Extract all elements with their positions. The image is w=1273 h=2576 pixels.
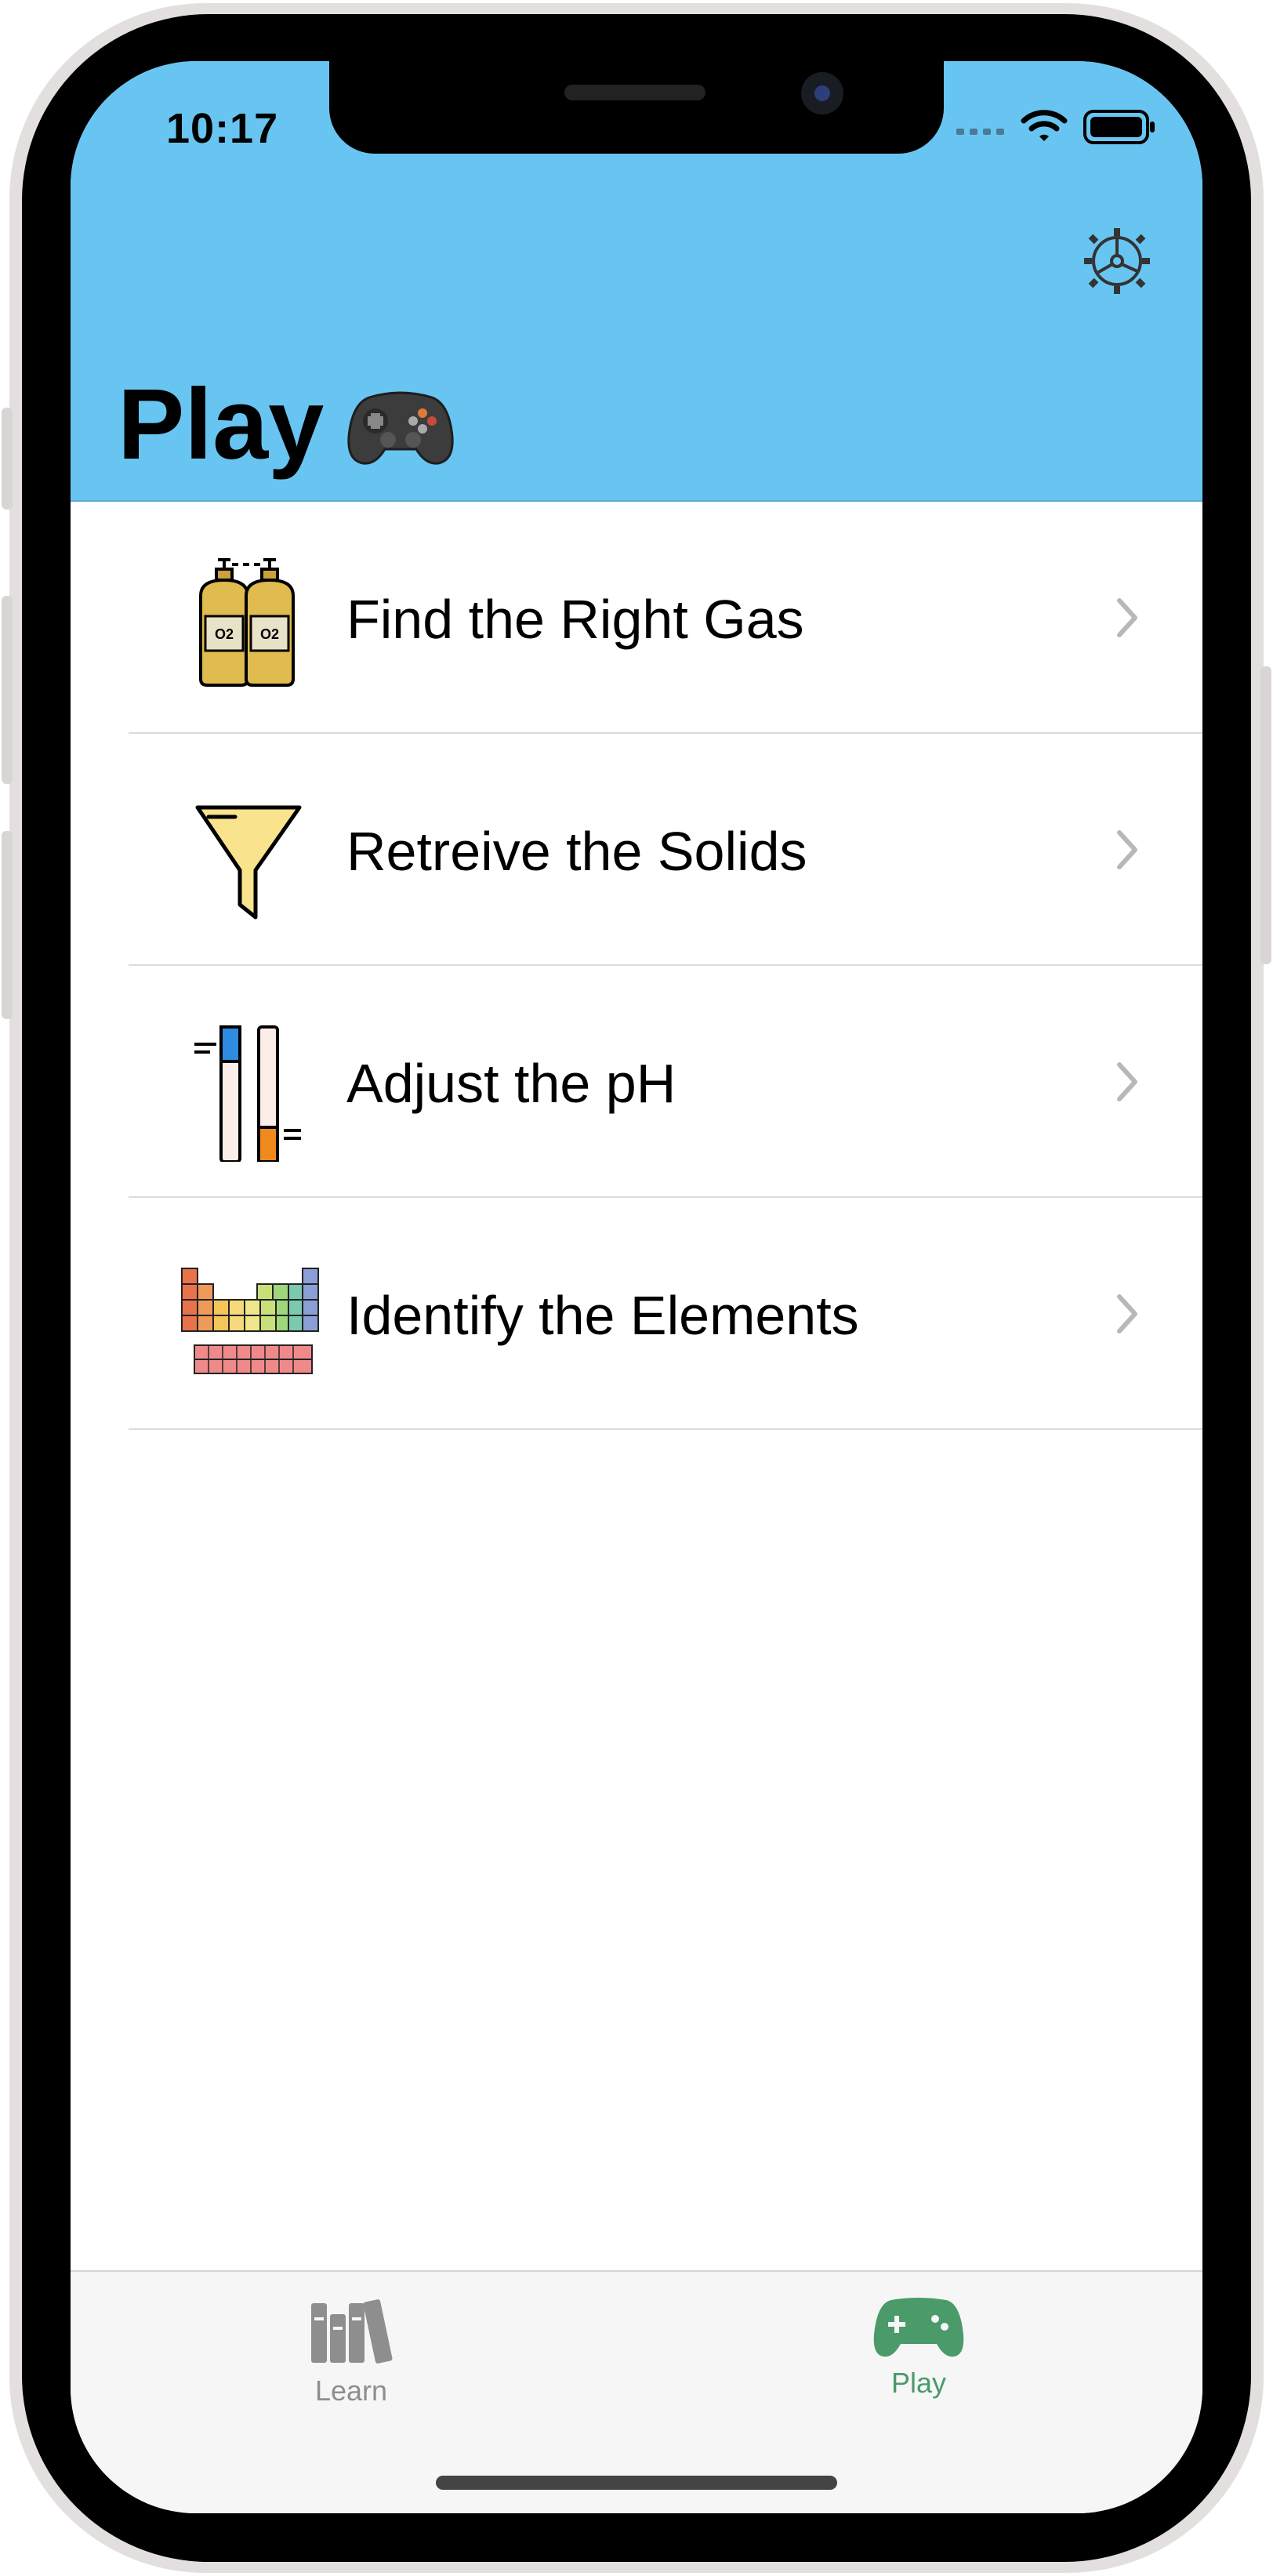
list-item-find-gas[interactable]: O2 O2 Find the Right Gas — [71, 502, 1202, 734]
list-item-adjust-ph[interactable]: Adjust the pH — [71, 966, 1202, 1198]
game-list: O2 O2 Find the Right Gas Retreive the So… — [71, 502, 1202, 1430]
periodic-table-icon — [181, 1268, 319, 1374]
page-title-text: Play — [118, 368, 325, 481]
volume-down-button — [2, 831, 13, 1019]
tab-play-label: Play — [890, 2367, 947, 2399]
tab-learn[interactable]: Learn — [273, 2295, 430, 2407]
chevron-right-icon — [1117, 598, 1137, 637]
svg-text:O2: O2 — [260, 626, 279, 642]
list-item-label: Retreive the Solids — [346, 821, 807, 882]
list-item-label: Find the Right Gas — [346, 589, 804, 650]
funnel-icon — [195, 805, 302, 920]
page-title: Play — [118, 367, 454, 482]
tab-play[interactable]: Play — [840, 2295, 997, 2400]
status-icons — [956, 110, 1155, 144]
oxygen-tanks-icon: O2 O2 — [199, 558, 295, 687]
svg-text:O2: O2 — [215, 626, 234, 642]
front-camera — [801, 72, 843, 114]
wifi-icon — [1021, 110, 1068, 141]
chevron-right-icon — [1117, 1294, 1137, 1333]
chevron-right-icon — [1117, 1062, 1137, 1101]
list-item-retrieve-solids[interactable]: Retreive the Solids — [71, 734, 1202, 966]
tab-bar: Learn Play — [71, 2270, 1202, 2513]
row-separator — [129, 1428, 1202, 1430]
battery-icon — [1083, 110, 1155, 144]
volume-up-button — [2, 596, 13, 784]
nav-header: 10:17 Play — [71, 61, 1202, 502]
gamepad-emoji-icon — [347, 391, 454, 465]
screen: 10:17 Play O2 O2 Find the Right Gas Retr… — [71, 61, 1202, 2513]
notch — [329, 61, 944, 154]
mute-switch — [2, 408, 13, 510]
tab-learn-label: Learn — [314, 2375, 388, 2407]
gamepad-icon — [873, 2298, 964, 2357]
ph-tubes-icon — [194, 1025, 301, 1162]
list-item-identify-elements[interactable]: Identify the Elements — [71, 1198, 1202, 1430]
speaker-grille — [564, 85, 705, 100]
home-indicator[interactable] — [436, 2476, 837, 2490]
books-icon — [311, 2299, 393, 2364]
power-button — [1260, 666, 1271, 964]
cellular-signal-icon — [956, 129, 1004, 135]
chevron-right-icon — [1117, 830, 1137, 869]
status-time: 10:17 — [166, 105, 279, 152]
list-item-label: Identify the Elements — [346, 1285, 859, 1346]
settings-gear-icon[interactable] — [1082, 226, 1152, 296]
list-item-label: Adjust the pH — [346, 1053, 676, 1114]
